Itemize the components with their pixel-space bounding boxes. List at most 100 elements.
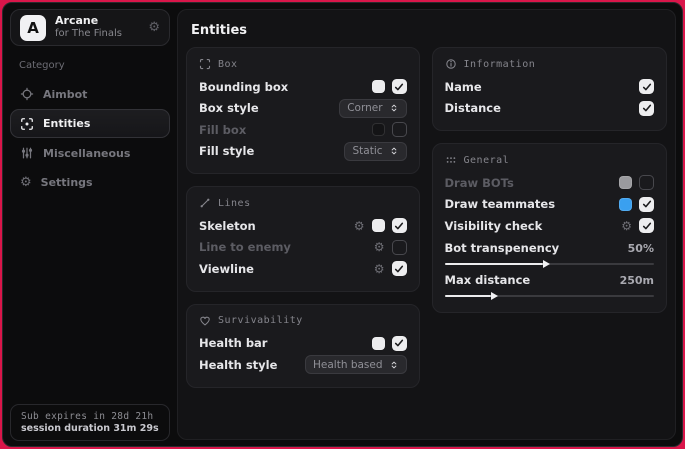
slider-fill: [445, 263, 543, 265]
row-label: Skeleton: [199, 219, 256, 233]
sidebar-item-miscellaneous[interactable]: Miscellaneous: [10, 139, 170, 167]
visibility-check-checkbox[interactable]: [639, 218, 654, 233]
row-distance: Distance: [445, 98, 654, 120]
card-title-label: Information: [464, 59, 536, 70]
category-label: Category: [19, 60, 170, 71]
dropdown-value: Static: [352, 145, 382, 157]
card-general: General Draw BOTs Draw teammates: [432, 143, 667, 313]
main-panel: Entities Box Bounding box: [177, 9, 676, 440]
name-checkbox[interactable]: [639, 79, 654, 94]
check-icon: [641, 81, 653, 93]
gear-icon[interactable]: ⚙: [374, 263, 385, 275]
max-distance-slider[interactable]: [445, 291, 654, 301]
row-health-bar: Health bar: [199, 333, 407, 355]
bot-transparency-slider[interactable]: [445, 259, 654, 269]
grid-dots-icon: [445, 154, 457, 166]
row-label: Box style: [199, 101, 259, 115]
health-style-dropdown[interactable]: Health based: [305, 355, 407, 374]
fill-style-dropdown[interactable]: Static: [344, 142, 406, 161]
card-survivability: Survivability Health bar Health style: [186, 304, 420, 388]
bot-transparency-group: Bot transpenency 50%: [445, 239, 654, 269]
bot-transparency-value: 50%: [628, 242, 654, 255]
row-label: Bounding box: [199, 80, 288, 94]
draw-bots-checkbox[interactable]: [639, 175, 654, 190]
sidebar-item-label: Entities: [43, 117, 90, 130]
card-lines: Lines Skeleton ⚙ Line to enemy: [186, 186, 420, 292]
skeleton-checkbox[interactable]: [392, 218, 407, 233]
card-lines-header: Lines: [199, 197, 407, 209]
row-label: Fill style: [199, 144, 254, 158]
app-settings-gear-icon[interactable]: ⚙: [148, 21, 160, 34]
box-scan-icon: [199, 58, 211, 70]
box-style-dropdown[interactable]: Corner: [339, 99, 406, 118]
check-icon: [641, 220, 653, 232]
row-health-style: Health style Health based: [199, 354, 407, 376]
color-swatch[interactable]: [372, 219, 385, 232]
color-swatch[interactable]: [372, 80, 385, 93]
row-label: Distance: [445, 101, 501, 115]
row-name: Name: [445, 76, 654, 98]
page-title: Entities: [191, 23, 675, 38]
sidebar-item-settings[interactable]: ⚙ Settings: [10, 168, 170, 196]
card-title-label: Box: [218, 59, 238, 70]
card-general-header: General: [445, 154, 654, 166]
heart-icon: [199, 315, 211, 327]
row-label: Health bar: [199, 336, 267, 350]
row-max-distance: Max distance 250m: [445, 271, 654, 290]
sidebar-item-label: Settings: [41, 176, 93, 189]
fill-box-checkbox[interactable]: [392, 122, 407, 137]
card-title-label: Lines: [218, 198, 251, 209]
card-title-label: General: [464, 155, 510, 166]
row-label: Draw teammates: [445, 197, 556, 211]
session-duration-text: session duration 31m 29s: [21, 423, 159, 434]
gear-icon[interactable]: ⚙: [621, 220, 632, 232]
slider-thumb[interactable]: [491, 292, 498, 300]
app-window: A Arcane for The Finals ⚙ Category Aimbo…: [2, 2, 683, 447]
row-fill-box: Fill box: [199, 119, 407, 141]
max-distance-group: Max distance 250m: [445, 271, 654, 301]
chevrons-up-down-icon: [389, 145, 399, 157]
check-icon: [393, 220, 405, 232]
row-label: Health style: [199, 358, 277, 372]
sidebar: A Arcane for The Finals ⚙ Category Aimbo…: [3, 3, 177, 446]
draw-teammates-checkbox[interactable]: [639, 197, 654, 212]
row-label: Name: [445, 80, 482, 94]
row-visibility-check: Visibility check ⚙: [445, 215, 654, 237]
color-swatch[interactable]: [619, 176, 632, 189]
crosshair-icon: [20, 87, 34, 101]
row-draw-bots: Draw BOTs: [445, 172, 654, 194]
sidebar-item-entities[interactable]: Entities: [10, 109, 170, 138]
check-icon: [641, 102, 653, 114]
health-bar-checkbox[interactable]: [392, 336, 407, 351]
color-swatch[interactable]: [372, 123, 385, 136]
viewline-checkbox[interactable]: [392, 261, 407, 276]
app-logo-initial: A: [27, 19, 39, 37]
row-label: Draw BOTs: [445, 176, 514, 190]
row-label: Line to enemy: [199, 240, 291, 254]
row-label: Max distance: [445, 273, 531, 287]
row-skeleton: Skeleton ⚙: [199, 215, 407, 237]
color-swatch[interactable]: [372, 337, 385, 350]
bounding-box-checkbox[interactable]: [392, 79, 407, 94]
check-icon: [393, 263, 405, 275]
card-box: Box Bounding box Box style: [186, 47, 420, 174]
app-logo-text: Arcane for The Finals: [55, 15, 139, 39]
sidebar-nav: Aimbot Entities Miscellaneous ⚙ Settings: [10, 80, 170, 197]
app-title: Arcane: [55, 15, 139, 28]
check-icon: [641, 198, 653, 210]
line-to-enemy-checkbox[interactable]: [392, 240, 407, 255]
row-line-to-enemy: Line to enemy ⚙: [199, 237, 407, 259]
slider-thumb[interactable]: [543, 260, 550, 268]
sidebar-item-aimbot[interactable]: Aimbot: [10, 80, 170, 108]
gear-icon[interactable]: ⚙: [374, 241, 385, 253]
row-fill-style: Fill style Static: [199, 141, 407, 163]
gear-icon[interactable]: ⚙: [354, 220, 365, 232]
dropdown-value: Corner: [347, 102, 382, 114]
app-logo-card: A Arcane for The Finals ⚙: [10, 9, 170, 46]
sidebar-item-label: Miscellaneous: [43, 147, 130, 160]
row-label: Fill box: [199, 123, 246, 137]
scan-icon: [20, 117, 34, 131]
color-swatch[interactable]: [619, 198, 632, 211]
chevrons-up-down-icon: [389, 359, 399, 371]
distance-checkbox[interactable]: [639, 101, 654, 116]
